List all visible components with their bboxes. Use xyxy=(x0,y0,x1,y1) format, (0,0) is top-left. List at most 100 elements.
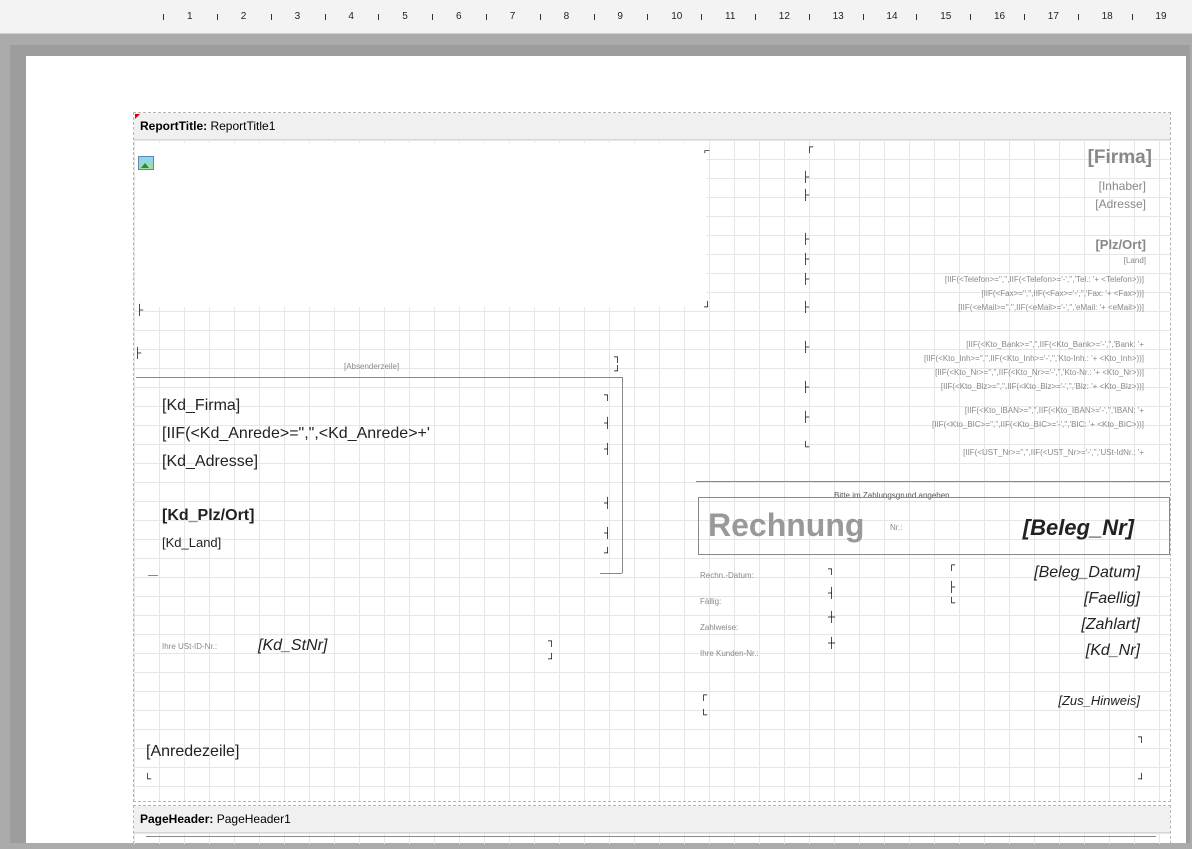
company-bank-field[interactable]: [IIF(<Kto_Bank>='','',IIF(<Kto_Bank>='-'… xyxy=(966,340,1144,349)
corner-mark: ⌐ xyxy=(704,146,710,157)
faellig-label[interactable]: Fällig: xyxy=(700,597,721,606)
address-box-left-tick xyxy=(148,575,158,576)
corner-mark: ┤ xyxy=(604,444,612,455)
ruler-tick xyxy=(324,14,326,20)
ruler-number: 5 xyxy=(402,11,408,22)
zahlart-field[interactable]: [Zahlart] xyxy=(1081,616,1140,634)
ruler-tick xyxy=(593,14,595,20)
company-firma-field[interactable]: [Firma] xyxy=(1088,147,1152,169)
company-kto-nr-field[interactable]: [IIF(<Kto_Nr>='','',IIF(<Kto_Nr>='-','',… xyxy=(935,368,1144,377)
invoice-nr-label[interactable]: Nr.: xyxy=(890,523,902,532)
band-type-label: PageHeader: xyxy=(140,812,214,826)
band-name-label: PageHeader1 xyxy=(216,812,291,826)
rechn-datum-label[interactable]: Rechn.-Datum: xyxy=(700,571,754,580)
ruler-number: 11 xyxy=(725,11,736,22)
ruler-tick xyxy=(647,14,649,20)
band-type-label: ReportTitle: xyxy=(140,119,208,133)
corner-mark: ┐ xyxy=(1138,732,1146,743)
company-divider xyxy=(696,481,1170,482)
ruler-number: 9 xyxy=(617,11,623,22)
kd-nr-field[interactable]: [Kd_Nr] xyxy=(1086,642,1140,660)
band-name-label: ReportTitle1 xyxy=(210,119,276,133)
ruler-tick xyxy=(1023,14,1025,20)
customer-adresse-field[interactable]: [Kd_Adresse] xyxy=(162,453,258,471)
ust-id-label[interactable]: Ihre USt-ID-Nr.: xyxy=(162,642,217,651)
corner-mark: ├ xyxy=(802,234,810,245)
corner-mark: ├ xyxy=(134,348,142,359)
customer-land-field[interactable]: [Kd_Land] xyxy=(162,535,221,550)
invoice-title-field[interactable]: Rechnung xyxy=(708,507,864,544)
customer-firma-field[interactable]: [Kd_Firma] xyxy=(162,397,240,415)
corner-mark: ┤ xyxy=(828,588,836,599)
ruler-number: 17 xyxy=(1047,11,1059,22)
ruler-tick xyxy=(216,14,218,20)
kunden-nr-label[interactable]: Ihre Kunden-Nr.: xyxy=(700,649,759,658)
corner-mark: ├ xyxy=(802,302,810,313)
customer-plz-ort-field[interactable]: [Kd_Plz/Ort] xyxy=(162,507,254,525)
ust-id-field[interactable]: [Kd_StNr] xyxy=(258,637,327,655)
company-email-field[interactable]: [IIF(<eMail>='','',IIF(<eMail>='-','','e… xyxy=(958,303,1144,312)
ruler-tick xyxy=(916,14,918,20)
corner-mark: └ xyxy=(144,774,152,785)
company-iban-field[interactable]: [IIF(<Kto_IBAN>='','',IIF(<Kto_IBAN>='-'… xyxy=(965,406,1144,415)
sender-divider xyxy=(136,377,622,378)
ruler-number: 6 xyxy=(456,11,462,22)
ruler-number: 12 xyxy=(778,11,790,22)
corner-mark: └ xyxy=(700,710,708,721)
corner-mark: ┐ xyxy=(604,390,612,401)
sender-line-field[interactable]: [Absenderzeile] xyxy=(344,362,399,371)
report-title-band[interactable]: ReportTitle: ReportTitle1 ⌐ ┘ ├ [Absende… xyxy=(133,112,1171,802)
company-inhaber-field[interactable]: [Inhaber] xyxy=(1099,179,1146,193)
corner-mark: └ xyxy=(802,442,810,453)
page-header-band-header[interactable]: PageHeader: PageHeader1 xyxy=(134,806,1170,833)
ruler-number: 19 xyxy=(1155,11,1167,22)
page-header-band[interactable]: PageHeader: PageHeader1 xyxy=(133,805,1171,844)
ruler-tick xyxy=(270,14,272,20)
ruler-tick xyxy=(539,14,541,20)
corner-mark: ├ xyxy=(802,412,810,423)
corner-mark: ├ xyxy=(802,342,810,353)
ruler-number: 4 xyxy=(348,11,354,22)
company-kto-inh-field[interactable]: [IIF(<Kto_Inh>='','',IIF(<Kto_Inh>='-','… xyxy=(924,354,1144,363)
beleg-nr-field[interactable]: [Beleg_Nr] xyxy=(1023,515,1134,541)
ruler-number: 14 xyxy=(886,11,898,22)
corner-mark: ┘ xyxy=(604,548,612,559)
corner-mark: ┼ xyxy=(828,612,836,623)
company-adresse-field[interactable]: [Adresse] xyxy=(1095,197,1146,211)
corner-mark: ┌ xyxy=(700,690,708,701)
corner-mark: ┤ xyxy=(604,418,612,429)
corner-mark: ├ xyxy=(802,382,810,393)
ruler-tick xyxy=(1131,14,1133,20)
customer-anrede-field[interactable]: [IIF(<Kd_Anrede>=",",<Kd_Anrede>+' xyxy=(162,425,430,443)
company-ust-field[interactable]: [IIF(<UST_Nr>='','',IIF(<UST_Nr>='-','',… xyxy=(963,448,1144,457)
company-bic-field[interactable]: [IIF(<Kto_BIC>='','',IIF(<Kto_BIC>='-','… xyxy=(932,420,1144,429)
corner-mark: ┤ xyxy=(604,498,612,509)
company-blz-field[interactable]: [IIF(<Kto_Blz>='','',IIF(<Kto_Blz>='-','… xyxy=(941,382,1144,391)
ruler-number: 1 xyxy=(187,11,193,22)
ruler-tick xyxy=(378,14,380,20)
report-title-band-header[interactable]: ReportTitle: ReportTitle1 xyxy=(134,113,1170,140)
company-plz-ort-field[interactable]: [Plz/Ort] xyxy=(1095,237,1146,252)
company-fax-field[interactable]: [IIF(<Fax>='','',IIF(<Fax>='-','','Fax: … xyxy=(981,289,1144,298)
horizontal-ruler: 1 2 3 4 5 6 7 8 9 10 11 12 13 14 15 16 17 18 19 xyxy=(0,0,1192,34)
faellig-field[interactable]: [Faellig] xyxy=(1084,590,1140,608)
ruler-tick xyxy=(163,14,165,20)
corner-mark: ├ xyxy=(136,305,144,316)
company-land-field[interactable]: [Land] xyxy=(1124,256,1146,265)
corner-mark: ┘ xyxy=(548,654,556,665)
ruler-number: 2 xyxy=(240,11,247,22)
ruler-tick xyxy=(862,14,864,20)
corner-mark: ┌ xyxy=(948,560,956,571)
corner-mark: ├ xyxy=(948,582,956,593)
logo-picture-area[interactable] xyxy=(136,143,706,307)
beleg-datum-field[interactable]: [Beleg_Datum] xyxy=(1034,564,1140,582)
company-telefon-field[interactable]: [IIF(<Telefon>='','',IIF(<Telefon>='-','… xyxy=(945,275,1144,284)
corner-mark: ┘ xyxy=(704,302,712,313)
anredezeile-field[interactable]: [Anredezeile] xyxy=(146,743,239,761)
ruler-number: 13 xyxy=(832,11,844,22)
zus-hinweis-field[interactable]: [Zus_Hinweis] xyxy=(1058,693,1140,708)
ruler-tick xyxy=(432,14,434,20)
picture-icon xyxy=(138,156,154,170)
zahlweise-label[interactable]: Zahlweise: xyxy=(700,623,738,632)
ruler-tick xyxy=(808,14,810,20)
